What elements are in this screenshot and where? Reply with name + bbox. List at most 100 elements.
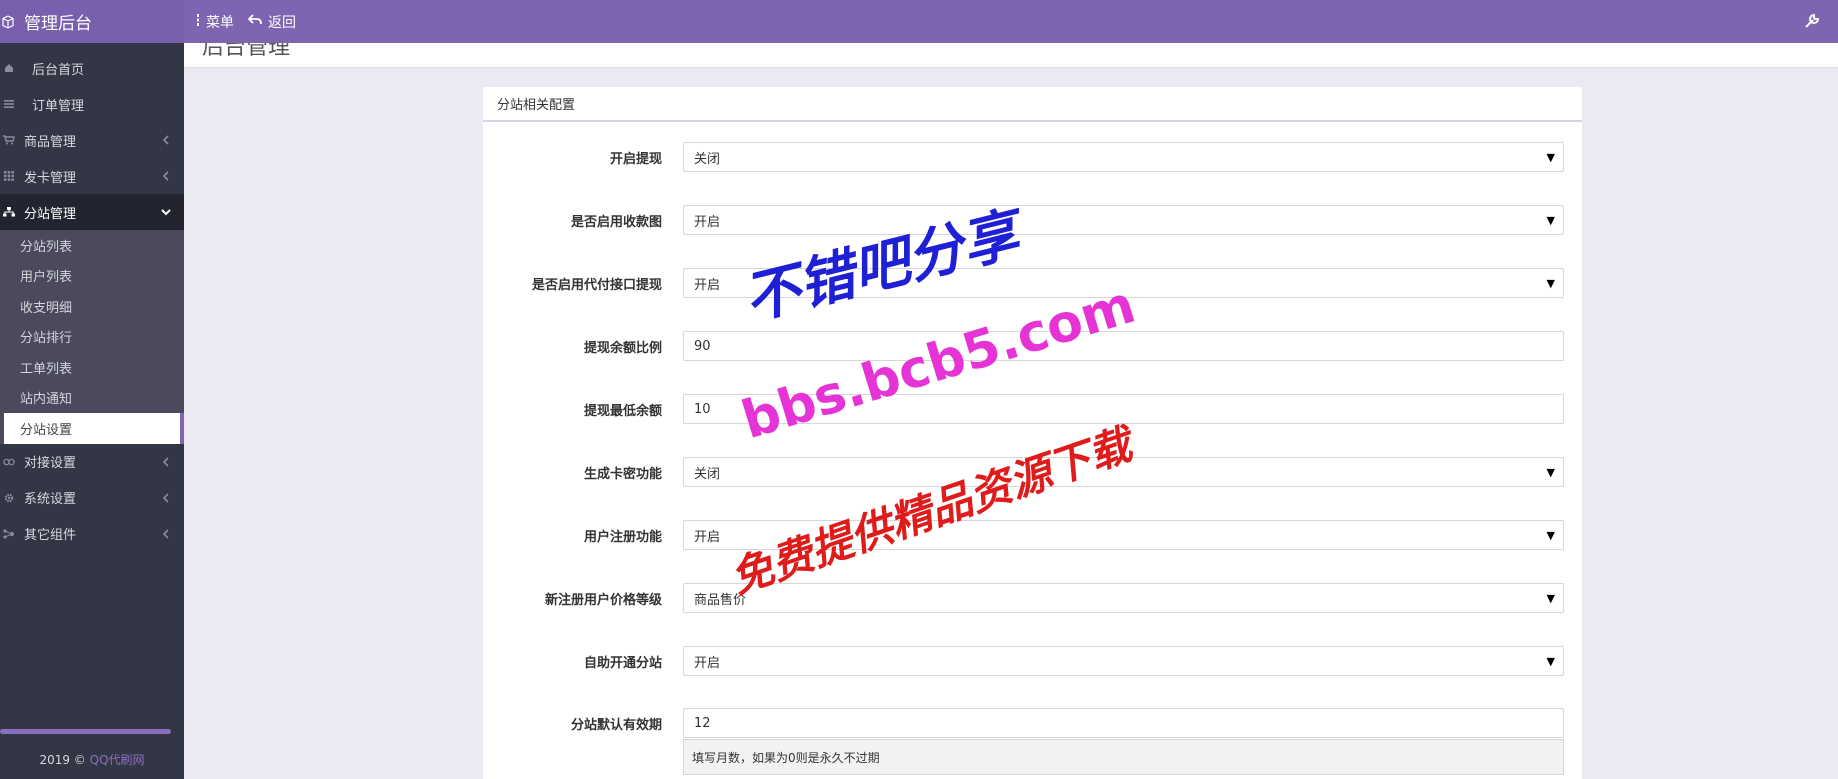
card-generation-select[interactable]: 关闭 ▼ [683,457,1564,487]
grid-icon [2,169,16,183]
sidebar-item-label: 后台首页 [32,62,85,78]
menu-label: 菜单 [206,14,234,31]
caret-down-icon: ▼ [1546,592,1555,605]
copyright-link[interactable]: QQ代刷网 [90,753,145,767]
caret-down-icon: ▼ [1546,529,1555,542]
submenu-item-site-notices[interactable]: 站内通知 [0,383,184,414]
input-value: 10 [694,401,711,417]
sidebar-item-label: 分站管理 [24,206,77,222]
submenu-item-user-list[interactable]: 用户列表 [0,261,184,292]
form-row-withdraw-ratio: 提现余额比例 90 [483,331,1582,361]
field-label: 自助开通分站 [583,656,662,671]
sidebar: 后台首页 订单管理 商品管理 发卡管理 分站管理 分站列表 用户列表 收支明细 … [0,43,184,779]
withdraw-enabled-select[interactable]: 关闭 ▼ [683,142,1564,172]
default-validity-input[interactable]: 12 [683,708,1564,738]
cube-icon [2,14,16,29]
form-row-withdraw-enabled: 开启提现 关闭 ▼ [483,142,1582,172]
sidebar-item-label: 其它组件 [24,528,77,543]
sidebar-item-components[interactable]: 其它组件 [0,516,184,552]
form-row-default-validity: 分站默认有效期 12 [483,708,1582,738]
agent-payout-select[interactable]: 开启 ▼ [683,268,1564,298]
content-header: 后台管理 [184,43,1838,68]
caret-down-icon: ▼ [1546,151,1555,164]
sidebar-item-substations[interactable]: 分站管理 [0,194,184,230]
form-row-self-service-substation: 自助开通分站 开启 ▼ [483,646,1582,676]
gear-icon [2,491,16,505]
config-panel: 分站相关配置 开启提现 关闭 ▼ 是否启用收款图 开启 ▼ 是否启用代付接口提现… [483,87,1582,779]
home-icon [2,61,16,75]
list-icon [2,97,16,111]
submenu-item-substation-ranking[interactable]: 分站排行 [0,322,184,353]
chevron-left-icon [160,456,172,468]
form-row-min-withdraw: 提现最低余额 10 [483,394,1582,424]
chevron-left-icon [160,134,172,146]
input-value: 90 [694,338,711,354]
caret-down-icon: ▼ [1546,655,1555,668]
sidebar-item-label: 商品管理 [24,134,77,150]
field-label: 分站默认有效期 [570,718,662,733]
sidebar-scrollbar[interactable] [0,729,171,734]
field-label: 提现余额比例 [583,341,662,356]
min-withdraw-input[interactable]: 10 [683,394,1564,424]
back-label: 返回 [268,14,296,31]
brand-title: 管理后台 [24,14,92,34]
reply-arrow-icon [247,13,262,30]
field-label: 新注册用户价格等级 [544,593,662,608]
panel-title: 分站相关配置 [483,87,1582,122]
chevron-left-icon [160,492,172,504]
sidebar-footer: 2019 © QQ代刷网 [0,729,184,779]
top-header: 管理后台 菜单 返回 [0,0,1838,43]
sidebar-item-label: 系统设置 [24,492,77,507]
field-label: 是否启用代付接口提现 [531,278,662,293]
select-value: 开启 [694,214,721,230]
payment-qr-select[interactable]: 开启 ▼ [683,205,1564,235]
field-label: 开启提现 [609,152,662,167]
caret-down-icon: ▼ [1546,214,1555,227]
form-row-payment-qr: 是否启用收款图 开启 ▼ [483,205,1582,235]
back-button[interactable]: 返回 [247,12,296,32]
sidebar-item-orders[interactable]: 订单管理 [0,86,184,122]
field-label: 用户注册功能 [583,530,662,545]
select-value: 关闭 [694,466,721,482]
sidebar-item-docking[interactable]: 对接设置 [0,444,184,480]
input-value: 12 [694,715,711,731]
select-value: 开启 [694,529,721,545]
user-registration-select[interactable]: 开启 ▼ [683,520,1564,550]
caret-down-icon: ▼ [1546,277,1555,290]
select-value: 商品售价 [694,592,747,608]
select-value: 开启 [694,277,721,293]
submenu-item-substation-settings[interactable]: 分站设置 [4,413,184,444]
wrench-icon[interactable] [1804,13,1820,29]
copyright-year: 2019 © [39,753,86,767]
brand[interactable]: 管理后台 [0,0,184,43]
substation-submenu: 分站列表 用户列表 收支明细 分站排行 工单列表 站内通知 分站设置 [0,230,184,444]
copyright: 2019 © QQ代刷网 [0,751,184,768]
chevron-left-icon [160,170,172,182]
form-row-card-generation: 生成卡密功能 关闭 ▼ [483,457,1582,487]
sidebar-item-cards[interactable]: 发卡管理 [0,158,184,194]
withdraw-ratio-input[interactable]: 90 [683,331,1564,361]
link-icon [2,455,16,469]
submenu-item-income-details[interactable]: 收支明细 [0,291,184,322]
form-row-new-user-price-level: 新注册用户价格等级 商品售价 ▼ [483,583,1582,613]
chevron-down-icon [160,206,172,218]
self-service-substation-select[interactable]: 开启 ▼ [683,646,1564,676]
validity-help-text: 填写月数，如果为0则是永久不过期 [683,739,1564,775]
chevron-left-icon [160,528,172,540]
sidebar-item-label: 发卡管理 [24,170,77,186]
puzzle-icon [2,527,16,541]
menu-button[interactable]: 菜单 [196,12,234,32]
sidebar-item-home[interactable]: 后台首页 [0,50,184,86]
submenu-item-ticket-list[interactable]: 工单列表 [0,352,184,383]
top-nav: 菜单 返回 [196,0,296,43]
sidebar-item-products[interactable]: 商品管理 [0,122,184,158]
sidebar-item-label: 对接设置 [24,456,77,471]
sitemap-icon [2,205,16,219]
form-row-user-registration: 用户注册功能 开启 ▼ [483,520,1582,550]
submenu-item-substation-list[interactable]: 分站列表 [0,230,184,261]
page-title: 后台管理 [202,43,291,60]
new-user-price-level-select[interactable]: 商品售价 ▼ [683,583,1564,613]
caret-down-icon: ▼ [1546,466,1555,479]
field-label: 生成卡密功能 [583,467,662,482]
sidebar-item-system[interactable]: 系统设置 [0,480,184,516]
